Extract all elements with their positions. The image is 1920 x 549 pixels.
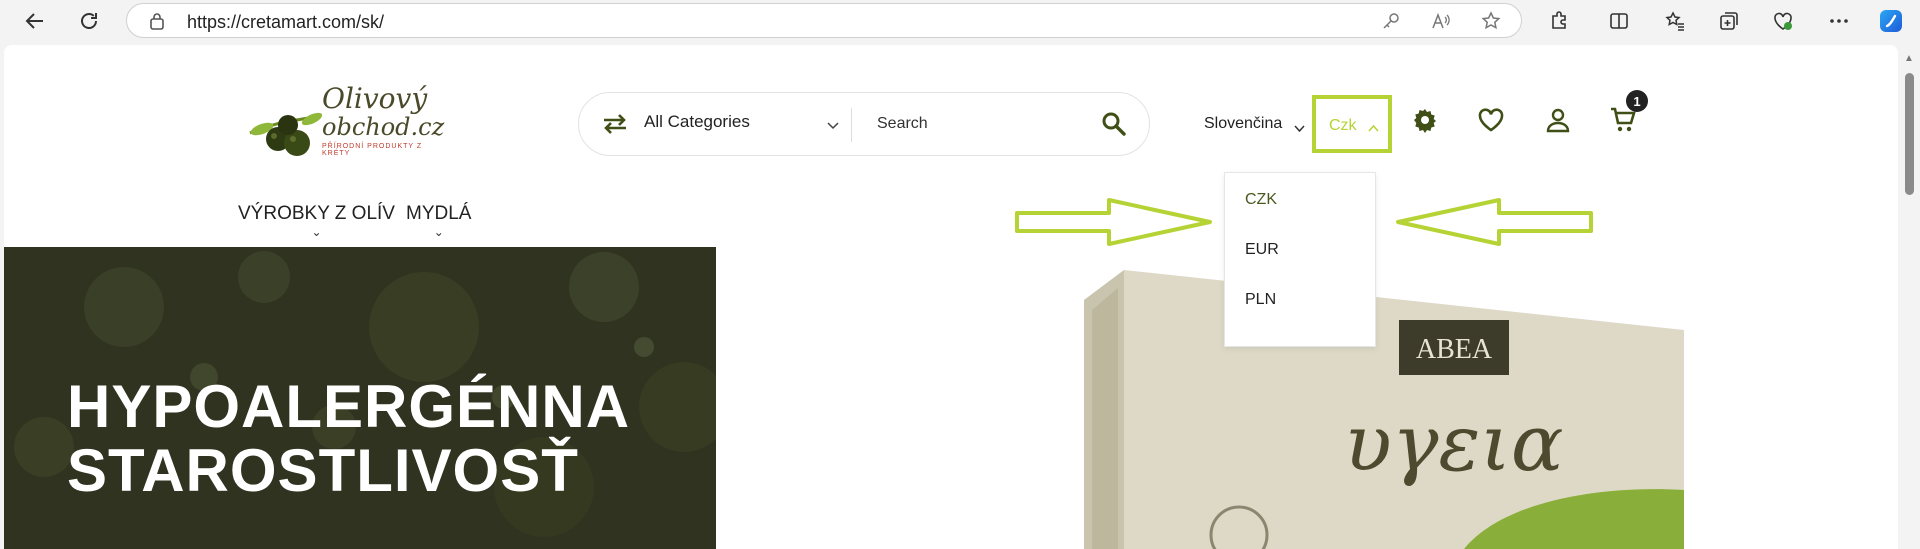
site-logo[interactable]: Olivový obchod.cz PŘÍRODNÍ PRODUKTY Z KR… — [242, 81, 445, 171]
hero-title: HYPOALERGÉNNA STAROSTLIVOSŤ — [67, 375, 630, 503]
hero-banner[interactable]: HYPOALERGÉNNA STAROSTLIVOSŤ — [4, 247, 716, 549]
nav-item-olive-products[interactable]: VÝROBKY Z OLÍV ⌄ — [238, 203, 395, 239]
favorite-star-icon[interactable] — [1479, 10, 1503, 32]
annotation-arrow-right-icon — [1015, 198, 1212, 246]
collections-icon[interactable] — [1714, 6, 1744, 36]
browser-toolbar: https://cretamart.com/sk/ — [0, 0, 1920, 42]
nav-item-soaps[interactable]: MYDLÁ ⌄ — [406, 203, 472, 239]
annotation-arrow-left-icon — [1396, 198, 1593, 246]
currency-value: Czk — [1329, 117, 1357, 134]
address-bar[interactable]: https://cretamart.com/sk/ — [126, 3, 1522, 38]
currency-selector[interactable]: Czk — [1312, 95, 1392, 153]
currency-dropdown: CZK EUR PLN — [1224, 172, 1376, 347]
read-aloud-icon[interactable] — [1429, 10, 1453, 32]
nav-chevron-icon: ⌄ — [433, 225, 444, 239]
currency-option-pln[interactable]: PLN — [1245, 291, 1276, 309]
language-chevron-icon[interactable] — [1294, 120, 1305, 138]
cart-count-badge: 1 — [1626, 90, 1648, 112]
extensions-icon[interactable] — [1544, 6, 1574, 36]
hero-title-line1: HYPOALERGÉNNA — [67, 373, 631, 440]
lock-icon[interactable] — [145, 10, 169, 32]
search-divider — [851, 108, 852, 142]
logo-text-line2: obchod.cz — [322, 113, 445, 141]
copilot-icon[interactable] — [1876, 6, 1906, 36]
wishlist-heart-icon[interactable] — [1474, 103, 1508, 137]
product-image[interactable]: ABEA υγεια — [1084, 270, 1694, 549]
nav-chevron-icon: ⌄ — [311, 225, 322, 239]
nav-item-label: VÝROBKY Z OLÍV — [238, 203, 395, 224]
currency-option-czk[interactable]: CZK — [1245, 191, 1277, 209]
scrollbar-thumb[interactable] — [1905, 73, 1914, 195]
product-brand-text: ABEA — [1416, 334, 1493, 365]
abea-soap-box-image: ABEA υγεια — [1084, 270, 1684, 549]
url-text[interactable]: https://cretamart.com/sk/ — [187, 12, 384, 33]
search-icon[interactable] — [1101, 111, 1127, 142]
browser-essentials-icon[interactable] — [1768, 6, 1798, 36]
product-name-text: υγεια — [1344, 399, 1563, 489]
switch-arrows-icon[interactable] — [601, 113, 629, 140]
search-bar: All Categories — [578, 92, 1150, 156]
logo-tagline: PŘÍRODNÍ PRODUKTY Z KRÉTY — [322, 143, 423, 157]
scroll-up-icon[interactable]: ▲ — [1904, 53, 1914, 64]
page-scrollbar[interactable]: ▲ — [1900, 45, 1920, 549]
web-page: Olivový obchod.cz PŘÍRODNÍ PRODUKTY Z KR… — [4, 45, 1898, 549]
settings-gear-icon[interactable] — [1408, 103, 1442, 137]
more-menu-icon[interactable] — [1824, 6, 1854, 36]
category-select[interactable]: All Categories — [644, 112, 750, 132]
key-icon[interactable] — [1379, 10, 1403, 32]
language-selector[interactable]: Slovenčina — [1204, 115, 1282, 133]
logo-text-line1: Olivový — [322, 82, 428, 115]
currency-option-eur[interactable]: EUR — [1245, 241, 1279, 259]
favorites-list-icon[interactable] — [1660, 6, 1690, 36]
chevron-up-icon — [1368, 119, 1379, 137]
split-screen-icon[interactable] — [1604, 6, 1634, 36]
nav-item-label: MYDLÁ — [406, 203, 472, 224]
hero-title-line2: STAROSTLIVOSŤ — [67, 437, 579, 504]
back-icon[interactable] — [20, 6, 50, 36]
chevron-down-icon[interactable] — [827, 117, 839, 135]
account-user-icon[interactable] — [1541, 103, 1575, 137]
refresh-icon[interactable] — [74, 6, 104, 36]
search-input[interactable] — [877, 110, 1097, 138]
